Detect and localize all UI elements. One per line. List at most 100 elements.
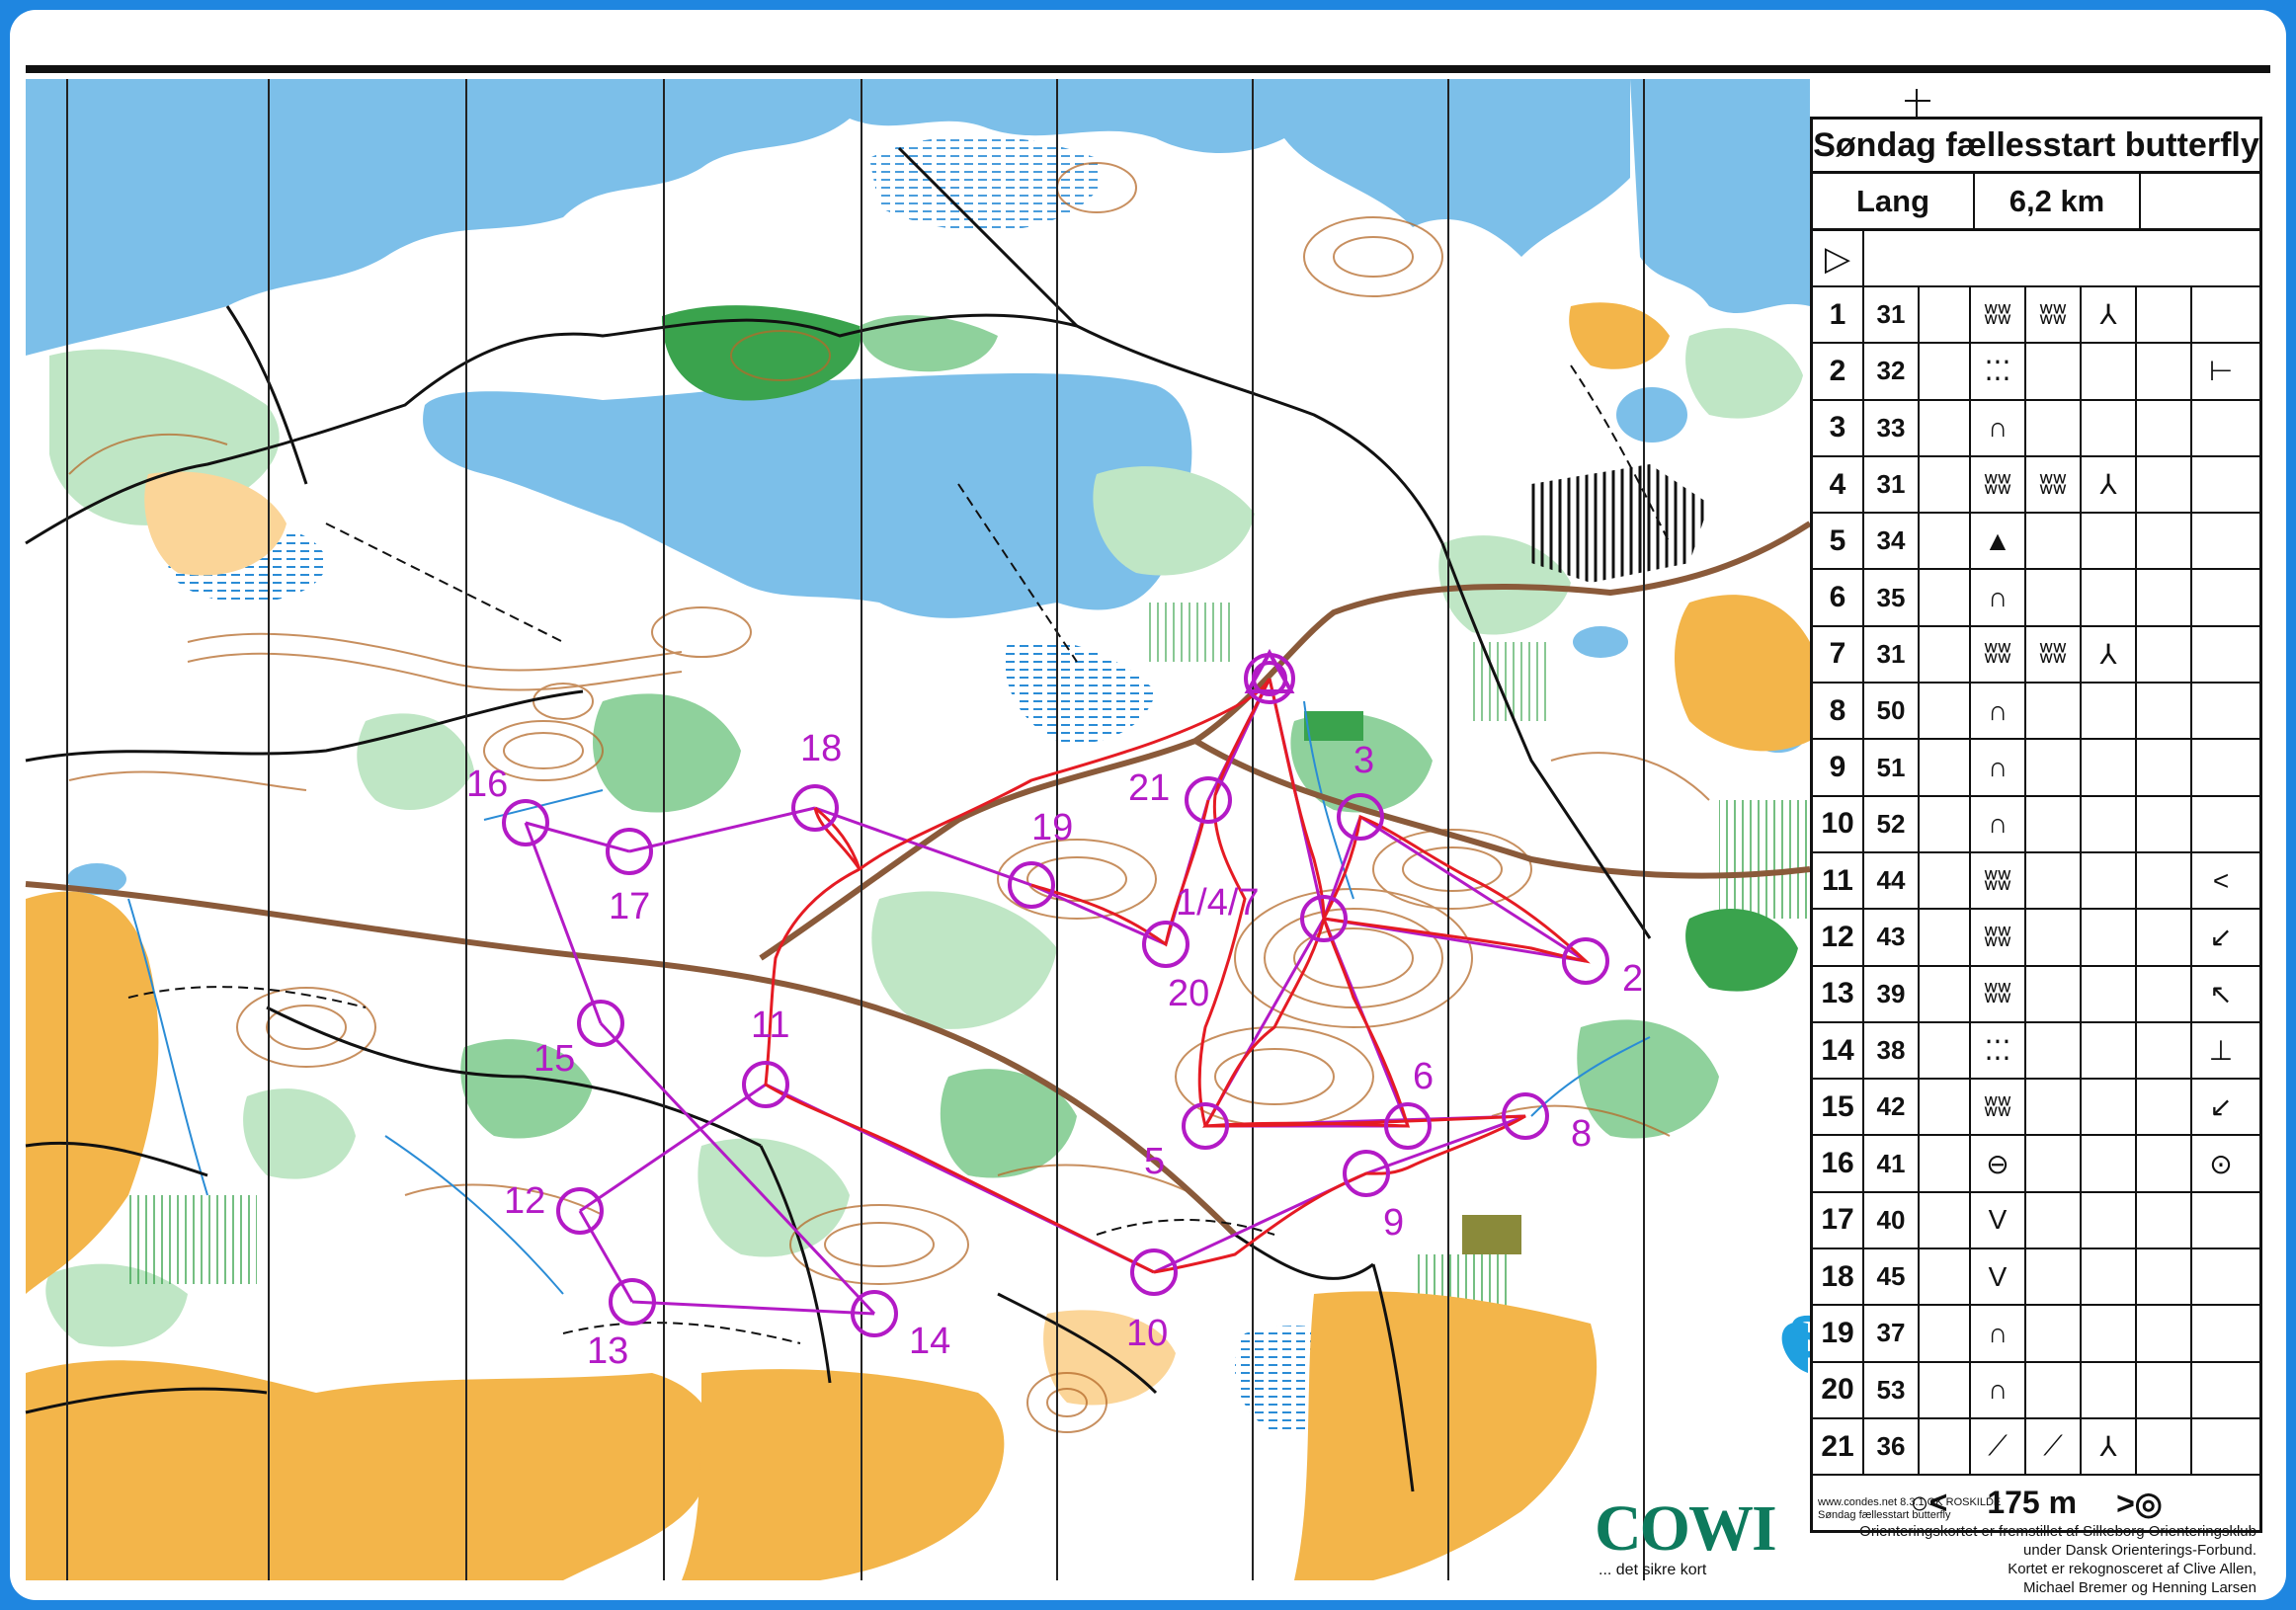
description-row: 1 31 ʬʬ ʬʬ ⅄ bbox=[1813, 287, 2259, 345]
control-number: 13 bbox=[587, 1330, 628, 1372]
feature-symbol: ʬʬ bbox=[1971, 1080, 2026, 1135]
location-symbol bbox=[2192, 1193, 2250, 1248]
detail-symbol bbox=[2082, 684, 2137, 739]
column-c bbox=[1920, 287, 1971, 343]
column-c bbox=[1920, 740, 1971, 795]
control-number: 5 bbox=[1144, 1141, 1165, 1182]
description-row: 6 35 ∩ bbox=[1813, 570, 2259, 627]
column-c bbox=[1920, 796, 1971, 851]
detail-symbol bbox=[2082, 796, 2137, 851]
column-g bbox=[2137, 740, 2192, 795]
control-number: 11 bbox=[751, 1005, 789, 1046]
control-code: 53 bbox=[1864, 1362, 1920, 1417]
control-code: 36 bbox=[1864, 1418, 1920, 1475]
control-number: 18 bbox=[800, 728, 842, 769]
appearance-symbol bbox=[2026, 796, 2082, 851]
column-g bbox=[2137, 852, 2192, 909]
location-symbol: ⊢ bbox=[2208, 356, 2234, 387]
control-code: 43 bbox=[1864, 910, 1920, 965]
column-c bbox=[1920, 910, 1971, 965]
control-code: 34 bbox=[1864, 514, 1920, 569]
column-c bbox=[1920, 570, 1971, 625]
detail-symbol bbox=[2082, 514, 2137, 569]
feature-symbol: ∩ bbox=[1971, 570, 2026, 625]
control-order: 4 bbox=[1813, 456, 1864, 513]
control-order: 18 bbox=[1813, 1249, 1864, 1305]
column-g bbox=[2137, 1362, 2192, 1417]
control-code: 44 bbox=[1864, 852, 1920, 909]
appearance-symbol bbox=[2026, 966, 2082, 1021]
control-order: 20 bbox=[1813, 1362, 1864, 1417]
detail-symbol bbox=[2082, 966, 2137, 1021]
location-symbol bbox=[2192, 1419, 2250, 1474]
feature-symbol: ⁚⁚⁚ bbox=[1971, 1022, 2026, 1079]
control-order: 15 bbox=[1813, 1080, 1864, 1135]
appearance-symbol bbox=[2026, 400, 2082, 455]
control-code: 31 bbox=[1864, 456, 1920, 513]
veg-dark-3 bbox=[1304, 711, 1363, 741]
cowi-wordmark: COWI bbox=[1595, 1492, 1777, 1565]
control-code: 50 bbox=[1864, 684, 1920, 739]
column-c bbox=[1920, 852, 1971, 909]
credit-course: Søndag fællesstart butterfly bbox=[1818, 1509, 1951, 1521]
credit-software: www.condes.net 8.3.1 OK ROSKILDE bbox=[1818, 1496, 2002, 1508]
control-number: 21 bbox=[1128, 767, 1170, 809]
pond-east-3 bbox=[1573, 626, 1628, 658]
description-row: 18 45 V bbox=[1813, 1249, 2259, 1307]
column-c bbox=[1920, 1362, 1971, 1417]
control-order: 10 bbox=[1813, 796, 1864, 851]
location-symbol bbox=[2192, 1306, 2250, 1360]
feature-symbol: ⁚⁚⁚ bbox=[1971, 344, 2026, 399]
detail-symbol: ⅄ bbox=[2082, 456, 2137, 513]
location-symbol: ↖ bbox=[2209, 978, 2233, 1009]
column-g bbox=[2137, 1192, 2192, 1248]
column-c bbox=[1920, 626, 1971, 683]
start-row: ▷ bbox=[1813, 231, 2259, 287]
map-credits: www.condes.net 8.3.1 OK ROSKILDE Søndag … bbox=[1818, 1496, 2256, 1597]
appearance-symbol bbox=[2026, 1249, 2082, 1305]
column-g bbox=[2137, 514, 2192, 569]
column-g bbox=[2137, 400, 2192, 455]
control-order: 17 bbox=[1813, 1192, 1864, 1248]
feature-symbol: V bbox=[1971, 1192, 2026, 1248]
column-g bbox=[2137, 1080, 2192, 1135]
pond-east bbox=[1616, 387, 1687, 443]
location-symbol bbox=[2192, 287, 2250, 342]
detail-symbol bbox=[2082, 1249, 2137, 1305]
undergrowth-4 bbox=[1472, 642, 1551, 721]
appearance-symbol bbox=[2026, 1192, 2082, 1248]
control-code: 31 bbox=[1864, 287, 1920, 343]
appearance-symbol bbox=[2026, 1136, 2082, 1191]
location-symbol bbox=[2192, 684, 2250, 738]
detail-symbol: ⅄ bbox=[2082, 287, 2137, 343]
control-order: 8 bbox=[1813, 684, 1864, 739]
undergrowth-2 bbox=[128, 1195, 257, 1284]
column-c bbox=[1920, 344, 1971, 399]
control-code: 45 bbox=[1864, 1249, 1920, 1305]
control-number: 2 bbox=[1622, 958, 1643, 1000]
description-row: 12 43 ʬʬ ↙ bbox=[1813, 910, 2259, 967]
detail-symbol: ⅄ bbox=[2082, 1418, 2137, 1475]
credit-line: Kortet er rekognosceret af Clive Allen, bbox=[2008, 1561, 2256, 1577]
appearance-symbol bbox=[2026, 514, 2082, 569]
control-number: 3 bbox=[1353, 740, 1374, 781]
control-order: 2 bbox=[1813, 344, 1864, 399]
appearance-symbol bbox=[2026, 344, 2082, 399]
column-g bbox=[2137, 1418, 2192, 1475]
description-row: 3 33 ∩ bbox=[1813, 400, 2259, 457]
location-symbol bbox=[2192, 1249, 2250, 1304]
feature-symbol: ∩ bbox=[1971, 796, 2026, 851]
column-g bbox=[2137, 344, 2192, 399]
column-g bbox=[2137, 910, 2192, 965]
detail-symbol bbox=[2082, 344, 2137, 399]
column-c bbox=[1920, 1249, 1971, 1305]
control-code: 35 bbox=[1864, 570, 1920, 625]
detail-symbol bbox=[2082, 1022, 2137, 1079]
control-order: 7 bbox=[1813, 626, 1864, 683]
description-row: 9 51 ∩ bbox=[1813, 740, 2259, 797]
column-c bbox=[1920, 966, 1971, 1021]
column-g bbox=[2137, 796, 2192, 851]
appearance-symbol bbox=[2026, 910, 2082, 965]
appearance-symbol: ʬʬ bbox=[2026, 287, 2082, 343]
feature-symbol: ∩ bbox=[1971, 684, 2026, 739]
